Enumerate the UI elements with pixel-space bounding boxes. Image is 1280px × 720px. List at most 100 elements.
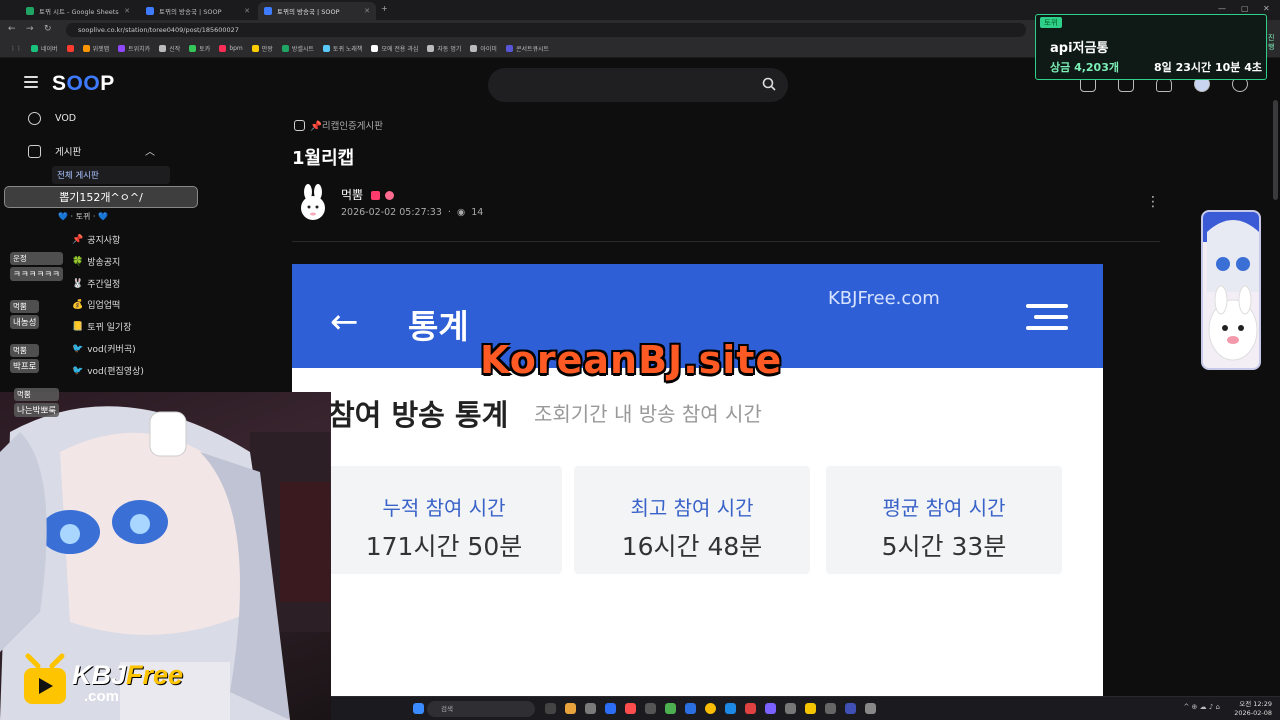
stat-card: 최고 참여 시간 16시간 48분 — [574, 466, 810, 574]
bookmark-item[interactable] — [66, 45, 74, 52]
window-close-icon[interactable]: ✕ — [1263, 4, 1270, 13]
app-icon[interactable] — [805, 703, 816, 714]
widget-tag: 토뀌 — [1040, 17, 1062, 28]
back-icon[interactable]: ← — [8, 24, 16, 34]
sidebar-item-label: 방송공지 — [87, 258, 121, 268]
tab-label: 토뀌의 방송국 | SOOP — [159, 8, 222, 16]
stat-label: 누적 참여 시간 — [382, 496, 506, 520]
chat-nick: 먹뿜 — [14, 388, 60, 401]
menu-icon[interactable] — [24, 76, 38, 88]
bookmark-item[interactable]: 모에 전용 과심 — [371, 44, 418, 53]
tab-soop-active[interactable]: 토뀌의 방송국 | SOOP ✕ — [258, 2, 376, 20]
new-tab-button[interactable]: + — [381, 4, 388, 13]
author-name[interactable]: 먹뿜 — [341, 186, 394, 203]
app-icon[interactable] — [685, 703, 696, 714]
bookmark-item[interactable]: 만왕 — [251, 44, 273, 53]
chat-text: 나는박뽀룩 — [14, 403, 60, 417]
chevron-up-icon[interactable]: ︿ — [145, 143, 155, 158]
widget-prize: 상금 4,203개 — [1050, 61, 1119, 74]
chrome-icon[interactable] — [705, 703, 716, 714]
stat-label: 평균 참여 시간 — [882, 496, 1006, 520]
bookmark-item[interactable]: 신작 — [159, 44, 180, 53]
forward-icon[interactable]: → — [26, 24, 34, 34]
url-bar[interactable]: sooplive.co.kr/station/toree0409/post/18… — [66, 23, 1026, 37]
bookmark-item[interactable]: 위젯맵 — [82, 44, 109, 53]
app-icon[interactable] — [665, 703, 676, 714]
file-explorer-icon[interactable] — [565, 703, 576, 714]
soop-icon — [146, 7, 154, 15]
chat-nick: 먹뿜 — [10, 344, 40, 357]
tab-label: 토뀌의 방송국 | SOOP — [277, 8, 340, 16]
app-icon[interactable] — [585, 703, 596, 714]
image-title: 통계 — [408, 307, 469, 346]
bookmark-item[interactable]: 아이미 — [470, 44, 497, 53]
app-icon[interactable] — [645, 703, 656, 714]
app-icon[interactable] — [825, 703, 836, 714]
close-icon[interactable]: ✕ — [124, 7, 130, 15]
app-icon[interactable] — [785, 703, 796, 714]
sidebar-item-vod-edit[interactable]: 🐦 vod(편집영상) — [72, 364, 144, 378]
sidebar-item-label: 주간일정 — [87, 280, 121, 290]
system-tray[interactable]: ^ ⊕ ☁ ♪ ⌂ — [1183, 703, 1220, 711]
bookmark-item[interactable]: 토카 — [189, 44, 210, 53]
sidebar-item-label: 입업업떡 — [87, 301, 121, 311]
chat-highlight: 뽑기152개^ㅇ^/ — [4, 186, 198, 208]
bookmark-icon — [31, 45, 38, 52]
close-icon[interactable]: ✕ — [244, 7, 250, 15]
sidebar-item-label: 토뀌 일기장 — [87, 323, 132, 333]
bookmark-item[interactable]: bpm — [219, 45, 243, 52]
breadcrumb[interactable]: 📌리캡인증게시판 — [294, 118, 383, 132]
play-icon — [28, 112, 41, 125]
close-icon[interactable]: ✕ — [364, 7, 370, 15]
scrollbar[interactable] — [1273, 100, 1278, 200]
bookmark-item[interactable]: 토뀌 노래책 — [322, 44, 362, 53]
soop-logo[interactable]: SOOP — [52, 72, 115, 96]
bookmark-item[interactable]: 방셀시트 — [281, 44, 314, 53]
author-label: 먹뿜 — [341, 188, 364, 202]
clover-icon: 🍀 — [72, 256, 84, 267]
app-icon[interactable] — [725, 703, 736, 714]
maximize-icon[interactable]: ▢ — [1241, 4, 1249, 13]
sidebar-item-diary[interactable]: 📒 토뀌 일기장 — [72, 320, 132, 334]
badge-icon — [384, 191, 394, 200]
windows-start-icon[interactable] — [413, 703, 424, 714]
app-icon[interactable] — [765, 703, 776, 714]
bookmark-item[interactable]: 네이버 — [31, 44, 58, 53]
app-icon[interactable] — [845, 703, 856, 714]
clock-time: 오전 12:29 — [1239, 700, 1272, 708]
bookmark-icon — [371, 45, 379, 52]
bookmark-item[interactable]: 트위치카 — [118, 44, 150, 53]
image-heading: 참여 방송 통계 — [328, 398, 509, 432]
minimize-icon[interactable]: — — [1218, 4, 1226, 13]
bookmark-item[interactable]: 콘서트큐시트 — [505, 44, 549, 53]
sidebar-item-vod-cover[interactable]: 🐦 vod(커버곡) — [72, 342, 136, 356]
search-input[interactable] — [488, 68, 788, 102]
app-icon[interactable] — [865, 703, 876, 714]
badge-icon — [370, 191, 380, 200]
sidebar-item-money[interactable]: 💰 입업업떡 — [72, 298, 121, 312]
more-options-icon[interactable]: ⋮ — [1146, 194, 1160, 210]
eye-icon: ◉ — [456, 207, 466, 218]
sidebar-item-schedule[interactable]: 🐰 주간일정 — [72, 277, 121, 291]
avatar[interactable] — [296, 184, 330, 222]
task-view-icon[interactable] — [545, 703, 556, 714]
chat-text: 내농성 — [10, 315, 40, 329]
taskbar-search[interactable]: 검색 — [427, 701, 535, 717]
taskbar-clock[interactable]: 오전 12:29 2026-02-08 — [1234, 700, 1272, 718]
sidebar-item-board[interactable]: 게시판 — [28, 144, 81, 158]
search-icon[interactable] — [762, 77, 776, 91]
reload-icon[interactable]: ↻ — [44, 24, 52, 34]
bookmark-item[interactable]: 자동 멍기 — [427, 44, 461, 53]
sidebar-item-vod[interactable]: VOD — [28, 112, 76, 125]
tab-google-sheets[interactable]: 토뀌 시트 - Google Sheets ✕ — [20, 2, 136, 20]
sidebar-item-all-posts[interactable]: 전체 게시판 — [52, 166, 170, 184]
sidebar-item-notice[interactable]: 📌 공지사항 — [72, 233, 120, 247]
tab-soop-1[interactable]: 토뀌의 방송국 | SOOP ✕ — [140, 2, 256, 20]
app-icon[interactable] — [605, 703, 616, 714]
apps-icon[interactable]: ⋮⋮ — [10, 45, 22, 52]
app-icon[interactable] — [745, 703, 756, 714]
app-icon[interactable] — [625, 703, 636, 714]
sidebar-item-broadcast-notice[interactable]: 🍀 방송공지 — [72, 255, 121, 269]
tab-label: 토뀌 시트 - Google Sheets — [39, 8, 119, 16]
stat-card: 누적 참여 시간 171시간 50분 — [326, 466, 562, 574]
